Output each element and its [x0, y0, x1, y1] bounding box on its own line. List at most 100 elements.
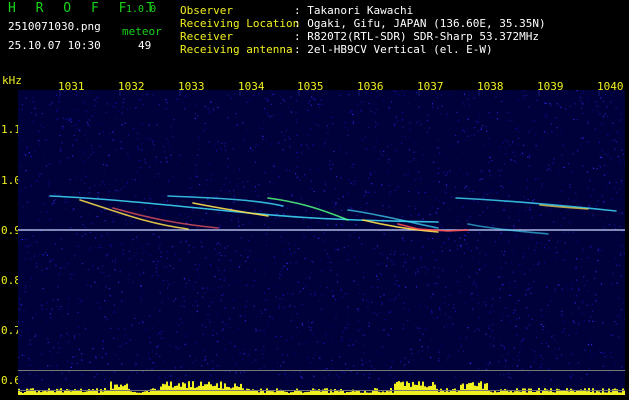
level-sample: [488, 390, 490, 395]
level-sample: [378, 391, 380, 395]
level-sample: [270, 391, 272, 395]
level-sample: [34, 390, 36, 395]
level-sample: [610, 392, 612, 395]
level-sample: [514, 391, 516, 395]
observer-value: : Takanori Kawachi: [294, 4, 414, 17]
level-sample: [220, 381, 222, 395]
level-sample: [412, 381, 414, 395]
level-sample: [78, 390, 80, 395]
meteor-count-label: meteor: [122, 25, 162, 38]
level-sample: [426, 387, 428, 395]
level-sample: [598, 391, 600, 395]
level-sample: [284, 391, 286, 395]
level-sample: [574, 391, 576, 395]
level-sample: [422, 381, 424, 395]
observer-label: Observer: [180, 4, 233, 17]
level-sample: [94, 390, 96, 395]
level-sample: [532, 392, 534, 395]
level-sample: [130, 391, 132, 395]
level-sample: [140, 392, 142, 395]
level-sample: [342, 390, 344, 395]
level-sample: [600, 392, 602, 395]
level-sample: [228, 387, 230, 395]
level-sample: [102, 391, 104, 395]
level-sample: [362, 392, 364, 395]
level-sample: [406, 381, 408, 395]
level-sample: [438, 391, 440, 395]
level-sample: [142, 391, 144, 395]
level-sample: [624, 390, 625, 395]
level-sample: [110, 381, 112, 395]
level-sample: [244, 390, 246, 395]
level-sample: [64, 391, 66, 395]
level-sample: [264, 392, 266, 395]
level-sample: [172, 387, 174, 395]
reference-line-upper: [18, 370, 625, 371]
receiver-label: Receiver: [180, 30, 233, 43]
level-sample: [568, 391, 570, 395]
level-sample: [398, 381, 400, 395]
level-sample: [400, 382, 402, 395]
level-sample: [526, 392, 528, 395]
level-sample: [392, 392, 394, 395]
level-sample: [134, 391, 136, 395]
level-sample: [86, 391, 88, 395]
level-sample: [292, 392, 294, 395]
timestamp-label: 25.10.07 10:30: [8, 39, 101, 52]
level-sample: [348, 392, 350, 395]
level-sample: [350, 391, 352, 395]
level-sample: [456, 391, 458, 395]
level-sample: [302, 392, 304, 395]
level-sample: [502, 390, 504, 395]
level-sample: [472, 382, 474, 395]
level-sample: [470, 382, 472, 395]
level-sample: [604, 392, 606, 395]
level-sample: [238, 387, 240, 395]
level-sample: [396, 381, 398, 395]
level-sample: [492, 392, 494, 395]
level-sample: [40, 392, 42, 395]
level-sample: [358, 391, 360, 395]
spectrogram-background: [18, 90, 625, 395]
level-sample: [166, 381, 168, 395]
level-sample: [82, 392, 84, 395]
level-sample: [170, 381, 172, 395]
level-sample: [190, 387, 192, 395]
level-sample: [606, 392, 608, 395]
level-sample: [338, 391, 340, 395]
level-sample: [192, 381, 194, 395]
level-sample: [478, 382, 480, 395]
level-sample: [480, 381, 482, 395]
level-sample: [332, 392, 334, 395]
level-sample: [50, 390, 52, 395]
filename-label: 2510071030.png: [8, 20, 101, 33]
level-sample: [368, 392, 370, 395]
level-sample: [148, 391, 150, 395]
level-sample: [274, 392, 276, 395]
level-sample: [380, 392, 382, 395]
level-sample: [328, 392, 330, 395]
level-sample: [370, 392, 372, 395]
level-sample: [36, 392, 38, 395]
level-sample: [356, 390, 358, 395]
level-sample: [564, 390, 566, 395]
level-sample: [24, 392, 26, 395]
level-sample: [316, 390, 318, 395]
level-sample: [450, 390, 452, 395]
reference-line-lower: [18, 390, 625, 391]
level-sample: [256, 391, 258, 395]
level-sample: [520, 391, 522, 395]
level-sample: [384, 392, 386, 395]
level-sample: [290, 392, 292, 395]
level-sample: [562, 390, 564, 395]
level-sample: [44, 390, 46, 395]
level-sample: [594, 392, 596, 395]
level-sample: [70, 391, 72, 395]
level-sample: [560, 390, 562, 395]
level-sample: [62, 392, 64, 395]
level-sample: [618, 392, 620, 395]
level-sample: [508, 391, 510, 395]
level-sample: [288, 393, 290, 395]
level-sample: [20, 391, 22, 395]
level-sample: [156, 390, 158, 395]
